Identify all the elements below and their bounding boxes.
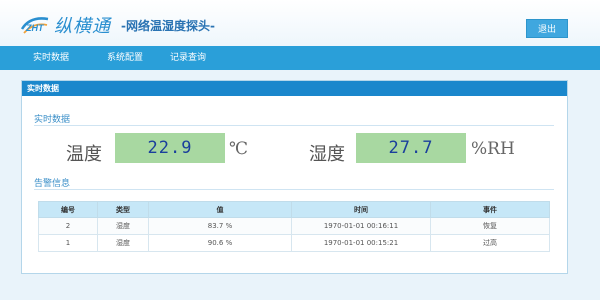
humidity-value: 27.7 xyxy=(356,133,466,163)
brand-name: 纵横通 xyxy=(54,16,111,37)
cell-event: 过高 xyxy=(430,234,550,252)
nav-item-records[interactable]: 记录查询 xyxy=(170,46,206,70)
logout-button[interactable]: 退出 xyxy=(526,19,568,38)
alarm-table: 编号 类型 值 时间 事件 2 湿度 83.7 % 1970-01-01 00:… xyxy=(38,201,550,252)
temperature-unit: ℃ xyxy=(229,139,249,159)
table-row: 1 湿度 90.6 % 1970-01-01 00:15:21 过高 xyxy=(38,234,550,252)
app-header: ZHT 纵横通 -网络温湿度探头- 退出 xyxy=(0,0,600,46)
svg-text:ZHT: ZHT xyxy=(25,23,45,33)
temperature-label: 温度 xyxy=(66,144,102,165)
zht-logo-icon: ZHT xyxy=(20,14,50,36)
section-divider xyxy=(34,125,554,126)
temperature-value: 22.9 xyxy=(115,133,225,163)
cell-id: 2 xyxy=(38,217,98,235)
panel-title: 实时数据 xyxy=(22,81,567,96)
section-divider xyxy=(34,189,554,190)
cell-type: 湿度 xyxy=(97,217,149,235)
humidity-label: 湿度 xyxy=(309,144,345,165)
col-header-value: 值 xyxy=(148,201,292,218)
col-header-id: 编号 xyxy=(38,201,98,218)
col-header-type: 类型 xyxy=(97,201,149,218)
cell-type: 湿度 xyxy=(97,234,149,252)
cell-time: 1970-01-01 00:15:21 xyxy=(291,234,431,252)
col-header-event: 事件 xyxy=(430,201,550,218)
cell-time: 1970-01-01 00:16:11 xyxy=(291,217,431,235)
alarm-section-title: 告警信息 xyxy=(34,179,71,189)
cell-id: 1 xyxy=(38,234,98,252)
brand-logo: ZHT 纵横通 -网络温湿度探头- xyxy=(20,12,215,38)
cell-value: 83.7 % xyxy=(148,217,292,235)
table-row: 2 湿度 83.7 % 1970-01-01 00:16:11 恢复 xyxy=(38,217,550,235)
col-header-time: 时间 xyxy=(291,201,431,218)
realtime-panel: 实时数据 实时数据 温度 22.9 ℃ 湿度 27.7 %RH 告警信息 编号 … xyxy=(21,80,568,274)
cell-event: 恢复 xyxy=(430,217,550,235)
main-nav: 实时数据 系统配置 记录查询 xyxy=(0,46,600,70)
humidity-unit: %RH xyxy=(471,139,515,159)
realtime-section-title: 实时数据 xyxy=(34,115,71,125)
table-header-row: 编号 类型 值 时间 事件 xyxy=(38,201,550,218)
nav-item-realtime[interactable]: 实时数据 xyxy=(33,46,69,70)
cell-value: 90.6 % xyxy=(148,234,292,252)
product-subtitle: -网络温湿度探头- xyxy=(121,18,215,33)
nav-item-config[interactable]: 系统配置 xyxy=(107,46,143,70)
